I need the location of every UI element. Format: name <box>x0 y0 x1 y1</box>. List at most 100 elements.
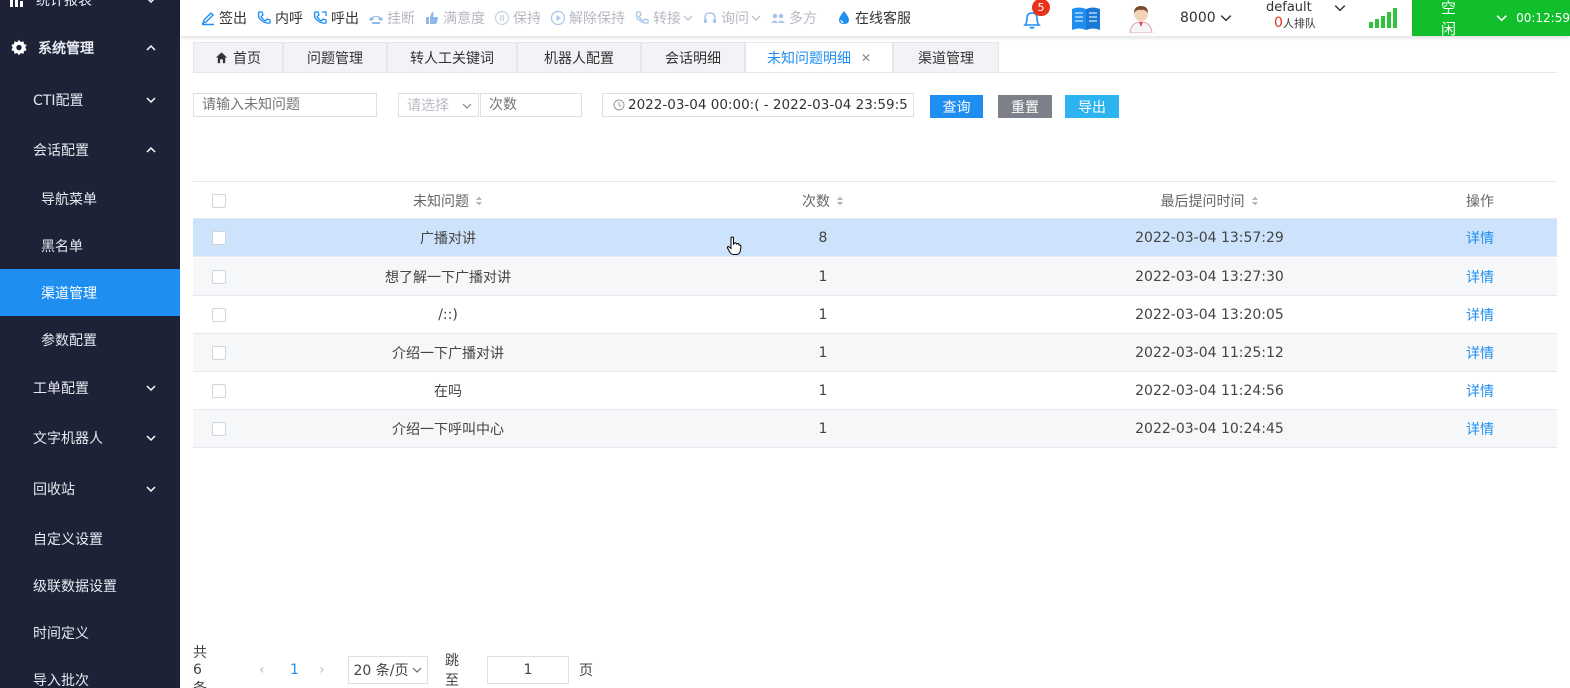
sidebar-item-custom-settings[interactable]: 自定义设置 <box>0 515 180 562</box>
queue-count: 0 <box>1274 14 1283 31</box>
sidebar-item-session-config[interactable]: 会话配置 <box>0 126 180 173</box>
tab-channel-management[interactable]: 渠道管理 <box>893 42 999 72</box>
sidebar-item-text-robot[interactable]: 文字机器人 <box>0 414 180 461</box>
internal-call-button[interactable]: 内呼 <box>256 0 303 36</box>
page-size-select[interactable]: 20 条/页 <box>348 656 428 684</box>
reset-button[interactable]: 重置 <box>998 95 1052 118</box>
tab-session-detail[interactable]: 会话明细 <box>641 42 745 72</box>
row-checkbox[interactable] <box>212 231 226 245</box>
online-service-button[interactable]: 在线客服 <box>836 0 911 36</box>
date-range-picker[interactable]: 2022-03-04 00:00:( - 2022-03-04 23:59:5 <box>602 93 914 117</box>
row-checkbox[interactable] <box>212 308 226 322</box>
status-timer: 00:12:59 <box>1516 11 1570 25</box>
tab-robot-config[interactable]: 机器人配置 <box>517 42 641 72</box>
row-checkbox[interactable] <box>212 422 226 436</box>
detail-link[interactable]: 详情 <box>1430 219 1530 257</box>
column-header-count[interactable]: 次数 <box>723 182 923 220</box>
export-button[interactable]: 导出 <box>1065 95 1119 118</box>
table-row[interactable]: 介绍一下广播对讲 1 2022-03-04 11:25:12 详情 <box>193 334 1557 372</box>
detail-link[interactable]: 详情 <box>1430 258 1530 296</box>
tab-home[interactable]: 首页 <box>193 42 283 72</box>
notification-bell[interactable]: 5 <box>1020 0 1050 36</box>
outbound-call-button[interactable]: 呼出 <box>312 0 359 36</box>
consult-dropdown[interactable]: 询问 <box>702 0 761 36</box>
sign-out-button[interactable]: 签出 <box>200 0 247 36</box>
agent-avatar[interactable] <box>1128 0 1154 36</box>
chevron-down-icon <box>1496 15 1507 22</box>
multi-party-button[interactable]: 多方 <box>770 0 817 36</box>
jump-page-input[interactable]: 1 <box>487 656 569 684</box>
column-header-last-time[interactable]: 最后提问时间 <box>1093 182 1326 220</box>
phone-transfer-icon <box>635 11 649 24</box>
query-button[interactable]: 查询 <box>930 95 983 118</box>
tab-label: 未知问题明细 <box>766 50 851 67</box>
sort-icon <box>476 196 482 206</box>
table-row[interactable]: /::) 1 2022-03-04 13:20:05 详情 <box>193 296 1557 334</box>
extension-dropdown[interactable]: 8000 <box>1180 0 1232 36</box>
sidebar: 统计报表 系统管理 CTI配置 会话配置 导航菜单 黑名单 渠道管理 参数配置 … <box>0 0 180 688</box>
select-placeholder: 请选择 <box>407 98 449 114</box>
satisfaction-button[interactable]: 满意度 <box>424 0 485 36</box>
count-input[interactable] <box>480 93 582 117</box>
unknown-question-input[interactable] <box>193 93 377 117</box>
release-hold-button[interactable]: 解除保持 <box>550 0 625 36</box>
column-header-question[interactable]: 未知问题 <box>283 182 613 220</box>
hang-up-icon <box>369 16 383 24</box>
help-book-button[interactable] <box>1070 0 1102 36</box>
clock-icon <box>613 99 625 111</box>
sidebar-item-nav-menu[interactable]: 导航菜单 <box>0 175 180 222</box>
chevron-left-icon[interactable]: ‹ <box>259 656 265 684</box>
sidebar-item-cti[interactable]: CTI配置 <box>0 76 180 123</box>
row-checkbox[interactable] <box>212 270 226 284</box>
sidebar-item-cascade-data[interactable]: 级联数据设置 <box>0 562 180 609</box>
sidebar-item-import-batch[interactable]: 导入批次 <box>0 656 180 688</box>
count-operator-select[interactable]: 请选择 <box>398 93 479 117</box>
page-suffix: 页 <box>579 663 593 679</box>
sidebar-item-system[interactable]: 系统管理 <box>0 24 180 71</box>
detail-link[interactable]: 详情 <box>1430 410 1530 448</box>
sidebar-item-time-definition[interactable]: 时间定义 <box>0 609 180 656</box>
signal-strength <box>1368 0 1400 36</box>
chevron-up-icon <box>146 146 156 153</box>
tab-unknown-question-detail[interactable]: 未知问题明细 ✕ <box>745 42 893 72</box>
pager-page-1[interactable]: 1 <box>290 656 299 684</box>
table-row[interactable]: 想了解一下广播对讲 1 2022-03-04 13:27:30 详情 <box>193 258 1557 296</box>
tab-transfer-keywords[interactable]: 转人工关键词 <box>387 42 517 72</box>
queue-suffix: 人排队 <box>1282 16 1316 30</box>
hang-up-button[interactable]: 挂断 <box>368 0 415 36</box>
sidebar-item-recycle-bin[interactable]: 回收站 <box>0 465 180 512</box>
transfer-dropdown[interactable]: 转接 <box>634 0 693 36</box>
consult-label: 询问 <box>721 11 749 27</box>
table-row[interactable]: 介绍一下呼叫中心 1 2022-03-04 10:24:45 详情 <box>193 410 1557 448</box>
sidebar-item-channel-management[interactable]: 渠道管理 <box>0 269 180 316</box>
detail-link[interactable]: 详情 <box>1430 372 1530 410</box>
chevron-right-icon[interactable]: › <box>319 656 325 684</box>
sidebar-item-ticket-config[interactable]: 工单配置 <box>0 364 180 411</box>
table-row[interactable]: 广播对讲 8 2022-03-04 13:57:29 详情 <box>193 219 1557 257</box>
detail-link[interactable]: 详情 <box>1430 334 1530 372</box>
sidebar-item-blacklist[interactable]: 黑名单 <box>0 222 180 269</box>
column-label: 次数 <box>802 194 830 210</box>
cell-count: 1 <box>818 345 828 361</box>
detail-link[interactable]: 详情 <box>1430 296 1530 334</box>
table-row[interactable]: 在吗 1 2022-03-04 11:24:56 详情 <box>193 372 1557 410</box>
top-toolbar: 签出 内呼 呼出 挂断 满意度 保持 解除保持 转接 询问 多方 在线客服 5 … <box>180 0 1570 38</box>
sidebar-item-param-config[interactable]: 参数配置 <box>0 316 180 363</box>
chevron-down-icon <box>751 15 761 21</box>
chevron-down-icon <box>462 103 472 109</box>
row-checkbox[interactable] <box>212 346 226 360</box>
hold-button[interactable]: 保持 <box>494 0 541 36</box>
queue-info[interactable]: default 0 人排队 <box>1266 0 1366 36</box>
chevron-down-icon <box>413 667 422 673</box>
tab-label: 渠道管理 <box>918 50 974 67</box>
agent-status-dropdown[interactable]: 空闲 00:12:59 <box>1412 0 1570 38</box>
select-all-checkbox[interactable] <box>212 194 226 208</box>
close-icon[interactable]: ✕ <box>861 51 871 65</box>
sidebar-item-reports[interactable]: 统计报表 <box>0 0 180 22</box>
tab-question-management[interactable]: 问题管理 <box>283 42 387 72</box>
row-checkbox[interactable] <box>212 384 226 398</box>
chevron-down-icon <box>147 0 155 4</box>
release-hold-label: 解除保持 <box>569 11 625 27</box>
chevron-down-icon <box>146 384 156 391</box>
hold-label: 保持 <box>513 11 541 27</box>
